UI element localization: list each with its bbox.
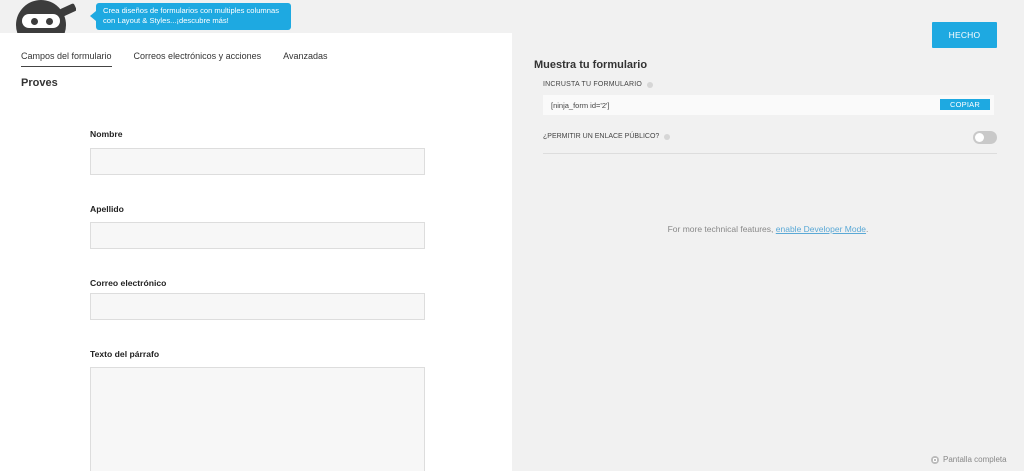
email-field[interactable] bbox=[90, 293, 425, 320]
embed-label-text: INCRUSTA TU FORMULARIO bbox=[543, 81, 643, 88]
builder-tabs: Campos del formulario Correos electrónic… bbox=[21, 51, 327, 67]
done-button[interactable]: HECHO bbox=[932, 22, 997, 48]
public-link-label: ¿PERMITIR UN ENLACE PÚBLICO? bbox=[543, 133, 671, 140]
tab-form-fields[interactable]: Campos del formulario bbox=[21, 51, 112, 67]
tab-emails-actions[interactable]: Correos electrónicos y acciones bbox=[134, 51, 262, 67]
promo-tooltip[interactable]: Crea diseños de formularios con multiple… bbox=[90, 3, 291, 30]
public-link-toggle[interactable] bbox=[973, 131, 997, 144]
public-link-label-text: ¿PERMITIR UN ENLACE PÚBLICO? bbox=[543, 133, 660, 140]
fullscreen-button[interactable]: Pantalla completa bbox=[931, 455, 1007, 464]
embed-label: INCRUSTA TU FORMULARIO bbox=[543, 81, 654, 88]
help-icon[interactable] bbox=[647, 81, 654, 88]
fullscreen-label: Pantalla completa bbox=[943, 455, 1007, 464]
embed-shortcode[interactable]: [ninja_form id='2'] bbox=[551, 101, 610, 110]
share-title: Muestra tu formulario bbox=[534, 59, 648, 71]
first-name-field[interactable] bbox=[90, 148, 425, 175]
field-label-paragraph: Texto del párrafo bbox=[90, 349, 160, 359]
developer-note-text: For more technical features, bbox=[667, 224, 776, 234]
field-label-first-name: Nombre bbox=[90, 129, 123, 139]
embed-code-box[interactable]: [ninja_form id='2'] COPIAR bbox=[543, 95, 994, 115]
copy-button[interactable]: COPIAR bbox=[940, 99, 990, 110]
help-icon[interactable] bbox=[664, 133, 671, 140]
ninja-logo-icon bbox=[10, 0, 76, 33]
tab-advanced[interactable]: Avanzadas bbox=[283, 51, 327, 67]
field-label-last-name: Apellido bbox=[90, 204, 124, 214]
developer-mode-note: For more technical features, enable Deve… bbox=[512, 224, 1024, 234]
divider bbox=[543, 153, 997, 154]
form-title[interactable]: Proves bbox=[21, 77, 58, 89]
form-builder-panel: Campos del formulario Correos electrónic… bbox=[0, 33, 512, 471]
toggle-knob bbox=[975, 133, 984, 142]
field-label-email: Correo electrónico bbox=[90, 278, 167, 288]
paragraph-textarea[interactable] bbox=[90, 367, 425, 471]
last-name-field[interactable] bbox=[90, 222, 425, 249]
fullscreen-icon bbox=[931, 455, 939, 464]
enable-developer-mode-link[interactable]: enable Developer Mode bbox=[776, 224, 866, 234]
developer-note-suffix: . bbox=[866, 224, 869, 234]
